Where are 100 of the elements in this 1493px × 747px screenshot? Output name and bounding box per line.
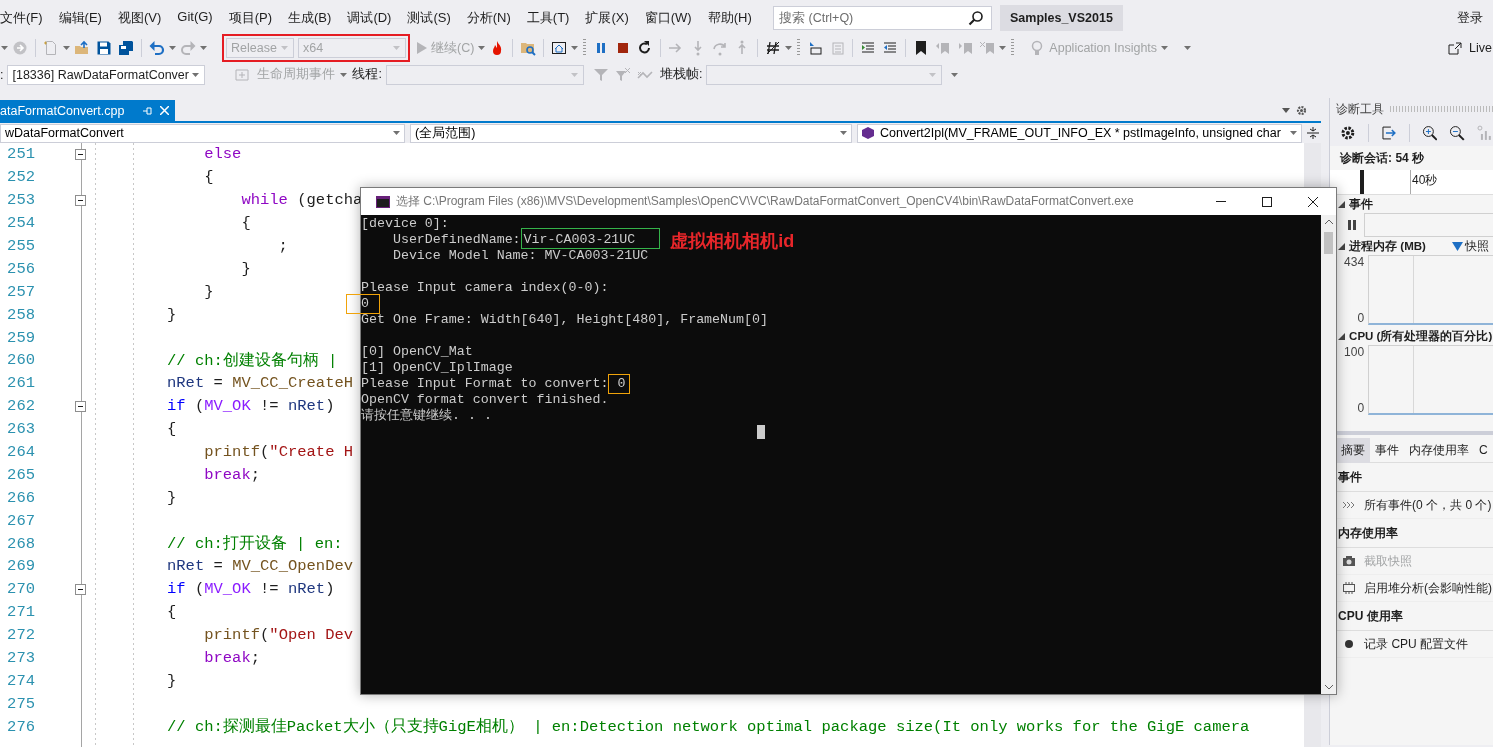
play-icon (417, 42, 427, 55)
search-field[interactable]: 搜索 (Ctrl+Q) (773, 5, 992, 30)
section-header[interactable]: 事件 (1349, 196, 1374, 212)
collapse-icon[interactable] (75, 194, 86, 206)
console-text: [device 0]: (361, 216, 449, 231)
caret-icon (63, 46, 70, 51)
menu-item[interactable]: 视图(V) (109, 6, 170, 29)
undo-icon[interactable] (149, 40, 165, 57)
highlighted-value: 0 (608, 374, 631, 394)
timeline-label: 40秒 (1412, 172, 1438, 189)
console-text: [0] OpenCV_Mat (361, 344, 473, 359)
scrollbar-thumb[interactable] (1324, 232, 1333, 254)
summary-action[interactable]: 所有事件(0 个，共 0 个) (1364, 496, 1492, 514)
document-tab[interactable]: ataFormatConvert.cpp (0, 100, 175, 121)
collapse-icon[interactable] (75, 400, 86, 412)
expander-icon[interactable] (1338, 200, 1346, 208)
line-number: 251 (6, 145, 35, 164)
console-text: Please Input camera index(0-0): (361, 280, 609, 295)
caret-icon (951, 72, 959, 77)
scope-dropdown[interactable]: (全局范围) (410, 123, 852, 143)
scroll-up-icon[interactable] (1324, 219, 1333, 224)
code-line: { (240, 214, 251, 233)
dropdown-icon[interactable] (1282, 108, 1291, 113)
menu-item[interactable]: 文件(F) (0, 6, 51, 29)
settings-icon[interactable] (1340, 125, 1356, 141)
line-number: 275 (6, 694, 35, 713)
menu-item[interactable]: 编辑(E) (50, 6, 110, 29)
menu-item[interactable]: 扩展(X) (577, 6, 637, 29)
code-line: } (203, 282, 214, 301)
sign-in-link[interactable]: 登录 (1457, 8, 1483, 27)
code-line: else (203, 145, 242, 164)
tab[interactable]: 内存使用率 (1404, 437, 1475, 463)
tab[interactable]: 摘要 (1336, 437, 1371, 463)
line-number: 272 (6, 626, 35, 645)
menu-item[interactable]: 测试(S) (399, 6, 459, 29)
maximize-icon[interactable] (1262, 196, 1272, 207)
zoom-out-icon[interactable] (1449, 125, 1466, 141)
settings-icon[interactable] (1296, 105, 1308, 116)
line-number: 267 (6, 511, 35, 530)
line-number: 260 (6, 351, 35, 370)
member-dropdown[interactable]: Convert2Ipl(MV_FRAME_OUT_INFO_EX * pstImageInfo, unsigned char (857, 123, 1302, 143)
tab[interactable]: C (1474, 439, 1493, 461)
zoom-in-icon[interactable] (1421, 125, 1438, 141)
summary-action[interactable]: 启用堆分析(会影响性能) (1364, 579, 1493, 597)
triangle-icon (1452, 241, 1463, 251)
live-share-button[interactable]: Live (1469, 41, 1492, 56)
open-folder-icon[interactable] (74, 40, 90, 57)
window-icon[interactable] (551, 40, 568, 57)
project-dropdown[interactable]: wDataFormatConvert (0, 123, 405, 143)
collapse-icon[interactable] (75, 583, 86, 595)
share-icon[interactable] (1447, 40, 1464, 57)
section-header[interactable]: CPU (所有处理器的百分比) (1349, 328, 1493, 344)
save-all-icon[interactable] (118, 40, 134, 57)
pause-icon[interactable] (1348, 220, 1357, 230)
snapshot-link[interactable]: 快照 (1465, 238, 1489, 254)
text-cursor (757, 425, 765, 439)
console-text: Please Input Format to convert: (361, 376, 609, 391)
split-icon[interactable] (1307, 127, 1319, 139)
close-icon[interactable] (1308, 196, 1318, 207)
line-number: 252 (6, 168, 35, 187)
menu-item[interactable]: 调试(D) (339, 6, 400, 29)
caret-icon (571, 46, 579, 51)
folder-search-icon[interactable] (520, 40, 537, 57)
code-line: nRet = MV_CC_OpenDev (167, 557, 354, 576)
console-text: UserDefinedName: (391, 232, 521, 247)
highlighted-value: Vir-CA003-21UC (520, 228, 661, 249)
stack-frame-label: 堆栈帧: (659, 66, 703, 84)
scroll-down-icon[interactable] (1324, 685, 1333, 690)
line-number: 265 (6, 465, 35, 484)
caret-icon (340, 72, 348, 77)
code-line: // ch:探测最佳Packet大小（只支持GigE相机） | en:Detection network optimal package size(It only works for the GigE camera (167, 717, 1250, 738)
export-icon[interactable] (1380, 125, 1397, 141)
section-header[interactable]: 进程内存 (MB) (1349, 238, 1426, 254)
caret-icon (785, 46, 793, 51)
expander-icon[interactable] (1338, 332, 1346, 340)
menu-item[interactable]: 项目(P) (220, 6, 281, 29)
save-icon[interactable] (96, 40, 112, 57)
window-title: 选择 C:\Program Files (x86)\MVS\Development\Samples\OpenCV\VC\RawDataFormatConvert_OpenCV4\bin\RawDataFormatConvert.exe (396, 193, 1135, 210)
menu-item[interactable]: 工具(T) (518, 6, 578, 29)
summary-action[interactable]: 记录 CPU 配置文件 (1364, 635, 1469, 653)
tab[interactable]: 事件 (1370, 437, 1405, 463)
highlighted-value: 0 (346, 294, 380, 314)
menu-item[interactable]: Git(G) (169, 6, 221, 29)
pin-icon[interactable] (142, 105, 152, 116)
console-text: 请按任意键继续. . . (361, 408, 492, 423)
annotation-label: 虚拟相机相机id (670, 230, 795, 251)
collapse-icon[interactable] (75, 148, 86, 160)
line-number: 257 (6, 282, 35, 301)
code-line: } (167, 671, 177, 690)
process-dropdown[interactable]: [18336] RawDataFormatConver (7, 64, 206, 85)
run-to-cursor-icon[interactable] (807, 40, 824, 57)
process-label: : (0, 67, 4, 82)
menu-item[interactable]: 生成(B) (280, 6, 340, 29)
caret-icon (478, 46, 486, 51)
expander-icon[interactable] (1338, 242, 1346, 250)
menu-item[interactable]: 帮助(H) (699, 6, 760, 29)
hatch-icon[interactable] (765, 40, 782, 57)
caret-icon (1161, 46, 1169, 51)
menu-item[interactable]: 窗口(W) (636, 6, 700, 29)
menu-item[interactable]: 分析(N) (458, 6, 519, 29)
